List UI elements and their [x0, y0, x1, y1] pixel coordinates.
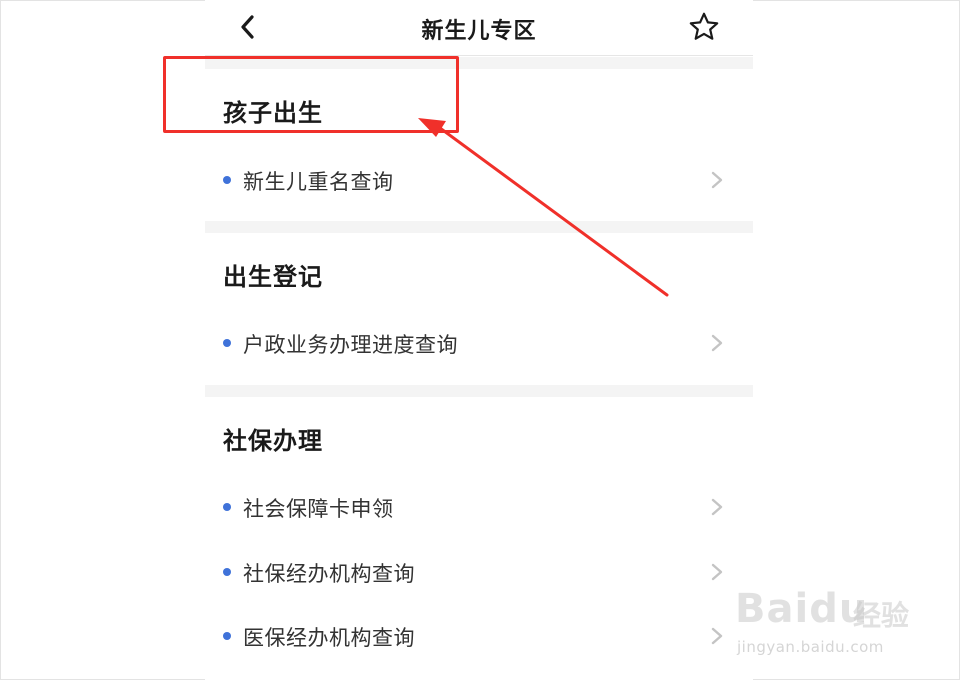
watermark-cn-text: 经验 — [853, 599, 910, 632]
chevron-right-icon — [711, 563, 723, 581]
bullet-dot — [223, 632, 231, 640]
list-item-label: 社保经办机构查询 — [243, 562, 415, 586]
favorite-button[interactable] — [687, 10, 721, 44]
bullet-dot — [223, 176, 231, 184]
chevron-right-icon — [711, 627, 723, 645]
bullet-dot — [223, 339, 231, 347]
list-item-label: 社会保障卡申领 — [243, 497, 394, 521]
phone-screen: 新生儿专区 孩子出生 新生儿重名查询 出生登记 户政业务办理进度查询 社保办理 … — [205, 0, 753, 680]
section-divider — [205, 57, 753, 69]
navigation-bar: 新生儿专区 — [205, 0, 753, 56]
section-title-social-security: 社保办理 — [223, 427, 323, 455]
list-item-newborn-name-query[interactable]: 新生儿重名查询 — [205, 155, 753, 205]
star-outline-icon — [689, 12, 719, 40]
watermark-logo-text: Baidu — [735, 586, 869, 632]
bullet-dot — [223, 503, 231, 511]
chevron-right-icon — [711, 334, 723, 352]
list-item-medical-insurance-office-query[interactable]: 医保经办机构查询 — [205, 611, 753, 661]
watermark-url-text: jingyan.baidu.com — [737, 638, 884, 656]
list-item-social-security-card[interactable]: 社会保障卡申领 — [205, 482, 753, 532]
chevron-right-icon — [711, 171, 723, 189]
list-item-social-security-office-query[interactable]: 社保经办机构查询 — [205, 547, 753, 597]
section-divider — [205, 221, 753, 233]
baidu-jingyan-watermark: Baidu 经验 jingyan.baidu.com — [735, 576, 955, 666]
page-title: 新生儿专区 — [421, 19, 537, 44]
chevron-right-icon — [711, 498, 723, 516]
list-item-label: 新生儿重名查询 — [243, 170, 394, 194]
section-title-birth-registration: 出生登记 — [223, 263, 323, 291]
list-item-label: 户政业务办理进度查询 — [243, 333, 458, 357]
list-item-label: 医保经办机构查询 — [243, 626, 415, 650]
section-title-child-birth: 孩子出生 — [223, 99, 323, 127]
section-divider — [205, 385, 753, 397]
bullet-dot — [223, 568, 231, 576]
list-item-household-progress-query[interactable]: 户政业务办理进度查询 — [205, 318, 753, 368]
